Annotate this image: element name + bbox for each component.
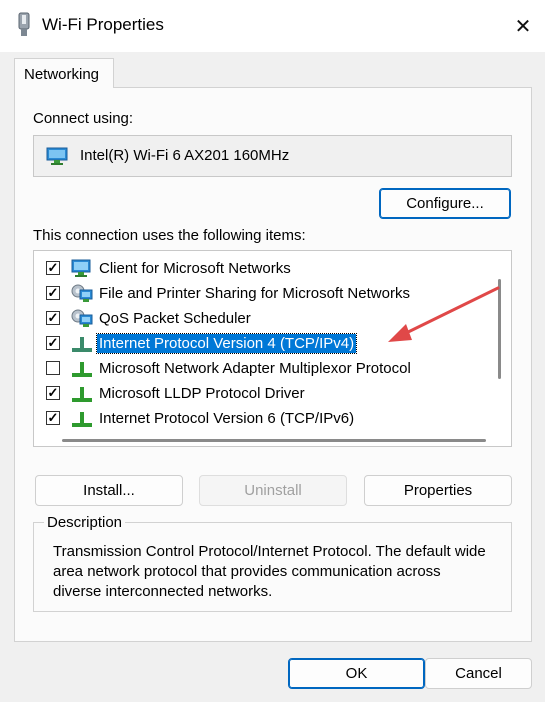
checkbox[interactable]: ✓ [46, 386, 60, 400]
items-section-label: This connection uses the following items… [33, 227, 306, 244]
service-icon [71, 309, 93, 327]
item-label: Internet Protocol Version 4 (TCP/IPv4) [95, 333, 358, 354]
protocol-icon [72, 412, 92, 427]
item-label: File and Printer Sharing for Microsoft N… [99, 285, 410, 302]
list-item[interactable]: ✓ Microsoft LLDP Protocol Driver [34, 382, 494, 406]
adapter-field: Intel(R) Wi-Fi 6 AX201 160MHz [33, 135, 512, 177]
close-icon: ✕ [514, 15, 532, 38]
checkbox[interactable]: ✓ [46, 411, 60, 425]
item-label: QoS Packet Scheduler [99, 310, 251, 327]
cancel-button[interactable]: Cancel [425, 658, 532, 689]
connect-using-label: Connect using: [33, 110, 134, 127]
list-item[interactable]: ✓ Client for Microsoft Networks [34, 257, 494, 281]
window-title: Wi-Fi Properties [42, 15, 164, 34]
item-label: Microsoft Network Adapter Multiplexor Pr… [99, 360, 411, 377]
checkbox[interactable]: ✓ [46, 336, 60, 350]
network-adapter-icon [46, 147, 68, 165]
item-label: Internet Protocol Version 6 (TCP/IPv6) [99, 410, 355, 427]
configure-button[interactable]: Configure... [379, 188, 511, 219]
title-bar: Wi-Fi Properties ✕ [0, 0, 545, 52]
item-label: Client for Microsoft Networks [99, 260, 291, 277]
horizontal-scrollbar[interactable] [62, 439, 486, 442]
list-item[interactable]: ✓ Internet Protocol Version 6 (TCP/IPv6) [34, 407, 494, 431]
list-item[interactable]: Microsoft Network Adapter Multiplexor Pr… [34, 357, 494, 381]
checkbox[interactable]: ✓ [46, 311, 60, 325]
protocol-icon [72, 337, 92, 352]
description-title: Description [44, 514, 126, 531]
checkbox[interactable] [46, 361, 60, 375]
install-button[interactable]: Install... [35, 475, 183, 506]
protocol-icon [72, 387, 92, 402]
properties-button[interactable]: Properties [364, 475, 512, 506]
ok-button[interactable]: OK [288, 658, 425, 689]
item-label: Microsoft LLDP Protocol Driver [99, 385, 305, 402]
service-icon [71, 284, 93, 302]
protocol-icon [72, 362, 92, 377]
annotation-arrow-icon [388, 286, 500, 342]
close-button[interactable]: ✕ [501, 0, 545, 52]
checkbox[interactable]: ✓ [46, 261, 60, 275]
checkbox[interactable]: ✓ [46, 286, 60, 300]
adapter-name: Intel(R) Wi-Fi 6 AX201 160MHz [80, 147, 290, 164]
tab-networking[interactable]: Networking [14, 58, 114, 88]
uninstall-button[interactable]: Uninstall [199, 475, 347, 506]
network-client-icon [71, 259, 91, 277]
network-adapter-icon [18, 12, 30, 36]
description-text: Transmission Control Protocol/Internet P… [53, 543, 486, 600]
